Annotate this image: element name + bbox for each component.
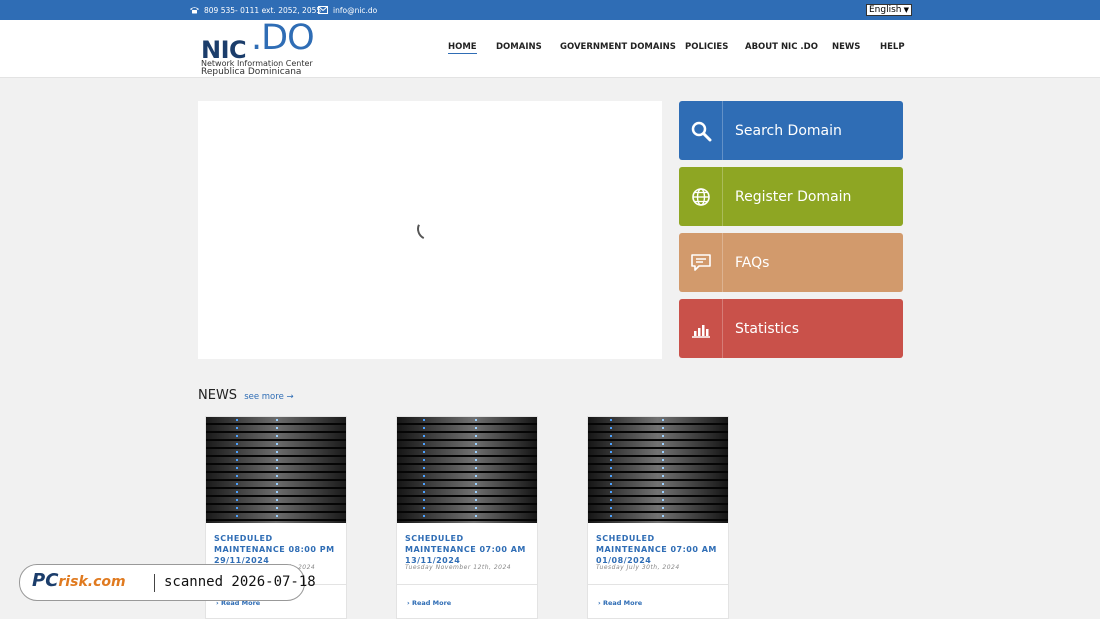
site-header: NIC .DO Network Information Center Repub… bbox=[0, 18, 1100, 78]
news-title[interactable]: SCHEDULED MAINTENANCE 07:00 AM 13/11/202… bbox=[405, 533, 531, 566]
globe-icon bbox=[679, 167, 723, 226]
divider bbox=[397, 584, 537, 585]
pcrisk-watermark: PCrisk.com scanned 2026-07-18 bbox=[19, 564, 316, 601]
phone-icon bbox=[190, 7, 199, 14]
phone-text: 809 535- 0111 ext. 2052, 2055 bbox=[204, 5, 322, 15]
read-more-link[interactable]: › Read More bbox=[598, 599, 642, 607]
faqs-label: FAQs bbox=[735, 254, 770, 271]
news-date: Tuesday November 12th, 2024 bbox=[405, 564, 512, 571]
search-domain-button[interactable]: Search Domain bbox=[679, 101, 903, 160]
news-card[interactable]: SCHEDULED MAINTENANCE 07:00 AM 01/08/202… bbox=[587, 416, 729, 619]
see-more-link[interactable]: see more → bbox=[244, 392, 293, 402]
chat-icon bbox=[679, 233, 723, 292]
pcrisk-brand-suffix: risk.com bbox=[58, 574, 126, 590]
logo-country: Republica Dominicana bbox=[201, 67, 302, 77]
nav-domains[interactable]: DOMAINS bbox=[496, 42, 542, 52]
bar-chart-icon bbox=[679, 299, 723, 358]
divider bbox=[588, 584, 728, 585]
search-icon bbox=[679, 101, 723, 160]
statistics-label: Statistics bbox=[735, 320, 799, 337]
faqs-button[interactable]: FAQs bbox=[679, 233, 903, 292]
email-text[interactable]: info@nic.do bbox=[333, 6, 377, 15]
nav-government-domains[interactable]: GOVERNMENT DOMAINS bbox=[560, 42, 676, 52]
read-more-label: Read More bbox=[411, 599, 452, 607]
language-select[interactable]: English ▼ bbox=[866, 4, 912, 16]
watermark-divider bbox=[154, 574, 155, 592]
news-heading-text: NEWS bbox=[198, 388, 238, 403]
nav-home[interactable]: HOME bbox=[448, 42, 477, 54]
statistics-button[interactable]: Statistics bbox=[679, 299, 903, 358]
nav-news[interactable]: NEWS bbox=[832, 42, 860, 52]
language-value: English bbox=[869, 5, 902, 15]
main-nav: HOME DOMAINS GOVERNMENT DOMAINS POLICIES… bbox=[0, 42, 1100, 56]
news-card[interactable]: SCHEDULED MAINTENANCE 07:00 AM 13/11/202… bbox=[396, 416, 538, 619]
server-rack-image bbox=[397, 417, 537, 523]
top-bar: 809 535- 0111 ext. 2052, 2055 info@nic.d… bbox=[0, 0, 1100, 20]
news-title[interactable]: SCHEDULED MAINTENANCE 07:00 AM 01/08/202… bbox=[596, 533, 722, 566]
email-contact[interactable]: info@nic.do bbox=[318, 0, 377, 20]
news-title[interactable]: SCHEDULED MAINTENANCE 08:00 PM 29/11/202… bbox=[214, 533, 340, 566]
pcrisk-logo: PCrisk.com bbox=[32, 570, 126, 591]
read-more-label: Read More bbox=[602, 599, 643, 607]
scan-date-text: scanned 2026-07-18 bbox=[164, 574, 316, 590]
register-domain-button[interactable]: Register Domain bbox=[679, 167, 903, 226]
pcrisk-brand: PC bbox=[32, 570, 59, 591]
search-domain-label: Search Domain bbox=[735, 122, 842, 139]
mail-icon bbox=[318, 6, 328, 14]
news-date: Tuesday July 30th, 2024 bbox=[596, 564, 680, 571]
server-rack-image bbox=[588, 417, 728, 523]
read-more-link[interactable]: › Read More bbox=[407, 599, 451, 607]
nav-help[interactable]: HELP bbox=[880, 42, 905, 52]
register-domain-label: Register Domain bbox=[735, 188, 852, 205]
news-heading: NEWS see more → bbox=[198, 388, 294, 403]
server-rack-image bbox=[206, 417, 346, 523]
nav-policies[interactable]: POLICIES bbox=[685, 42, 728, 52]
chevron-down-icon: ▼ bbox=[903, 6, 909, 14]
phone-contact: 809 535- 0111 ext. 2052, 2055 bbox=[189, 0, 321, 20]
nav-about[interactable]: ABOUT NIC .DO bbox=[745, 42, 818, 52]
